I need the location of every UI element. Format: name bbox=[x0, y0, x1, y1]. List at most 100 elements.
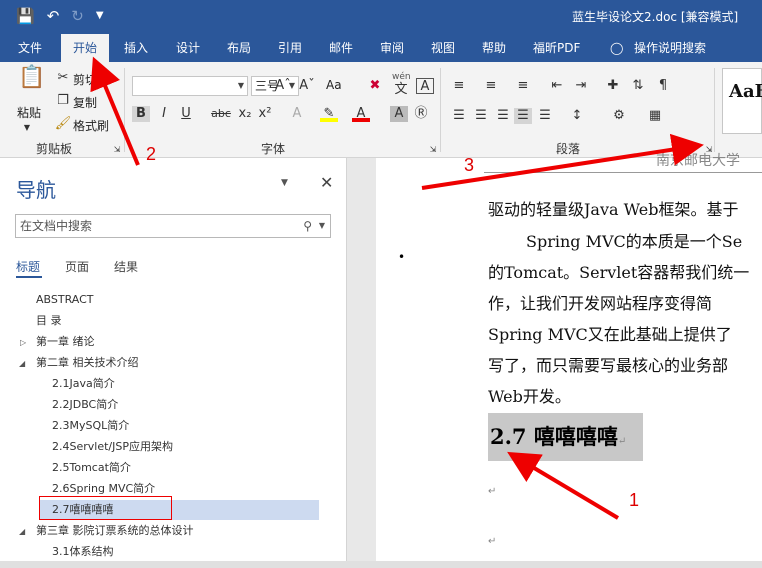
tab-layout[interactable]: 布局 bbox=[227, 34, 251, 62]
nav-item[interactable]: 第二章 相关技术介绍 bbox=[36, 353, 139, 373]
format-painter-button[interactable]: 格式刷 bbox=[73, 117, 109, 134]
paste-button[interactable]: 粘贴 bbox=[17, 104, 41, 121]
enclosed-char-icon[interactable]: Ⓡ bbox=[412, 106, 430, 122]
distributed-icon[interactable]: ☰ bbox=[536, 108, 554, 124]
chevron-down-icon[interactable]: ▼ bbox=[18, 120, 36, 136]
sort-icon[interactable]: ⇅ bbox=[629, 78, 647, 94]
nav-tab-headings[interactable]: 标题 bbox=[16, 258, 40, 275]
document-margin bbox=[347, 158, 376, 568]
clear-format-icon[interactable]: ✖ bbox=[366, 78, 384, 94]
bold-button[interactable]: B bbox=[132, 106, 150, 122]
copy-icon[interactable]: ❐ bbox=[54, 93, 72, 109]
nav-item[interactable]: 3.1体系结构 bbox=[52, 542, 114, 562]
italic-button[interactable]: I bbox=[155, 106, 173, 122]
superscript-button[interactable]: x² bbox=[256, 106, 274, 122]
tell-me-search[interactable]: 操作说明搜索 bbox=[634, 34, 706, 62]
nav-item[interactable]: 第三章 影院订票系统的总体设计 bbox=[36, 521, 194, 541]
multilevel-list-icon[interactable]: ≡ bbox=[514, 78, 532, 94]
highlight-icon[interactable]: ✎ bbox=[320, 106, 338, 122]
nav-item[interactable]: 目 录 bbox=[36, 311, 62, 331]
redo-icon[interactable]: ↻ bbox=[71, 7, 84, 25]
heading-text: 2.7 嘻嘻嘻嘻 bbox=[490, 424, 618, 449]
customize-qat-icon[interactable]: ▼ bbox=[96, 7, 104, 25]
subscript-button[interactable]: x₂ bbox=[236, 106, 254, 122]
tab-foxit-pdf[interactable]: 福昕PDF bbox=[533, 34, 580, 62]
grow-font-icon[interactable]: Aˆ bbox=[274, 78, 292, 94]
nav-item[interactable]: 2.2JDBC简介 bbox=[52, 395, 118, 415]
tab-view[interactable]: 视图 bbox=[431, 34, 455, 62]
tab-design[interactable]: 设计 bbox=[176, 34, 200, 62]
paragraph-mark: ↵ bbox=[488, 536, 497, 547]
doc-line: 驱动的轻量级Java Web框架。基于 bbox=[488, 200, 739, 219]
format-painter-icon[interactable]: 🖌 bbox=[54, 116, 72, 132]
cut-icon[interactable]: ✂ bbox=[54, 70, 72, 86]
strikethrough-button[interactable]: abc bbox=[208, 106, 234, 122]
bullets-icon[interactable]: ≡ bbox=[450, 78, 468, 94]
underline-button[interactable]: U bbox=[177, 106, 195, 122]
nav-options-icon[interactable]: ▼ bbox=[281, 178, 288, 188]
nav-tab-results[interactable]: 结果 bbox=[114, 258, 138, 275]
text-effects-icon[interactable]: A bbox=[288, 106, 306, 122]
shrink-font-icon[interactable]: Aˇ bbox=[298, 78, 316, 94]
lightbulb-icon: ◯ bbox=[610, 41, 624, 55]
tab-references[interactable]: 引用 bbox=[278, 34, 302, 62]
increase-indent-icon[interactable]: ⇥ bbox=[572, 78, 590, 94]
doc-line: 作，让我们开发网站程序变得简 bbox=[488, 294, 713, 313]
align-left-icon[interactable]: ☰ bbox=[450, 108, 468, 124]
save-icon[interactable]: 💾 bbox=[16, 7, 35, 25]
tab-home[interactable]: 开始 bbox=[61, 34, 110, 62]
nav-tab-pages[interactable]: 页面 bbox=[65, 258, 89, 275]
collapse-icon[interactable]: ◢ bbox=[19, 527, 25, 536]
document-page[interactable]: 南京邮电大学 • 驱动的轻量级Java Web框架。基于 Spring MVC的… bbox=[376, 153, 762, 568]
styles-gallery[interactable]: AaB bbox=[722, 68, 762, 134]
show-marks-icon[interactable]: ¶ bbox=[654, 78, 672, 94]
nav-item[interactable]: 2.5Tomcat简介 bbox=[52, 458, 131, 478]
bullet-dot: • bbox=[398, 250, 406, 264]
font-color-icon[interactable]: A bbox=[352, 106, 370, 122]
font-name-combo[interactable]: ▼ bbox=[132, 76, 248, 96]
doc-line: Spring MVC的本质是一个Se bbox=[526, 232, 743, 251]
borders-icon[interactable]: ▦ bbox=[646, 108, 664, 124]
nav-item[interactable]: 2.3MySQL简介 bbox=[52, 416, 129, 436]
justify-icon[interactable]: ☰ bbox=[514, 108, 532, 124]
decrease-indent-icon[interactable]: ⇤ bbox=[548, 78, 566, 94]
chinese-layout-icon[interactable]: ✚ bbox=[604, 78, 622, 94]
char-shading-icon[interactable]: A bbox=[390, 106, 408, 122]
ribbon-home: 📋 粘贴 ▼ ✂ 剪切 ❐ 复制 🖌 格式刷 剪贴板 ⇲ ▼ 三号 ▼ Aˆ Aˇ… bbox=[0, 62, 762, 158]
tab-review[interactable]: 审阅 bbox=[380, 34, 404, 62]
tab-help[interactable]: 帮助 bbox=[482, 34, 506, 62]
style-preview: AaB bbox=[729, 81, 762, 102]
line-spacing-icon[interactable]: ↕ bbox=[568, 108, 586, 124]
search-icon[interactable]: ⚲ bbox=[303, 215, 312, 237]
chevron-down-icon[interactable]: ▼ bbox=[319, 215, 325, 237]
group-separator bbox=[714, 68, 715, 152]
numbering-icon[interactable]: ≡ bbox=[482, 78, 500, 94]
nav-search-input[interactable]: 在文档中搜索 ⚲ ▼ bbox=[15, 214, 331, 238]
shading-icon[interactable]: ⚙ bbox=[610, 108, 628, 124]
font-group-label: 字体 bbox=[261, 142, 286, 156]
selected-heading[interactable]: 2.7 嘻嘻嘻嘻↵ bbox=[488, 413, 643, 461]
quick-access-toolbar: 💾 ↶ ↻ ▼ bbox=[16, 7, 104, 25]
doc-line: 的Tomcat。Servlet容器帮我们统一 bbox=[488, 263, 750, 282]
nav-item[interactable]: ABSTRACT bbox=[36, 290, 94, 310]
tab-insert[interactable]: 插入 bbox=[124, 34, 148, 62]
undo-icon[interactable]: ↶ bbox=[47, 7, 60, 25]
tab-mailings[interactable]: 邮件 bbox=[329, 34, 353, 62]
copy-button[interactable]: 复制 bbox=[73, 94, 97, 111]
close-icon[interactable]: ✕ bbox=[320, 173, 333, 192]
expand-icon[interactable]: ▷ bbox=[20, 338, 26, 347]
tab-file[interactable]: 文件 bbox=[18, 34, 42, 62]
cut-button[interactable]: 剪切 bbox=[73, 71, 97, 88]
paste-icon[interactable]: 📋 bbox=[18, 67, 45, 98]
align-right-icon[interactable]: ☰ bbox=[494, 108, 512, 124]
nav-item[interactable]: 2.1Java简介 bbox=[52, 374, 115, 394]
nav-item[interactable]: 2.4Servlet/JSP应用架构 bbox=[52, 437, 173, 457]
title-bar: 💾 ↶ ↻ ▼ 蓝生毕设论文2.doc [兼容模式] bbox=[0, 0, 762, 34]
phonetic-guide-button[interactable]: wén bbox=[392, 72, 411, 82]
collapse-icon[interactable]: ◢ bbox=[19, 359, 25, 368]
align-center-icon[interactable]: ☰ bbox=[472, 108, 490, 124]
change-case-button[interactable]: Aa bbox=[326, 78, 342, 92]
char-border-icon[interactable]: A bbox=[416, 78, 434, 94]
horizontal-scrollbar[interactable] bbox=[0, 561, 762, 568]
nav-item[interactable]: 第一章 绪论 bbox=[36, 332, 95, 352]
